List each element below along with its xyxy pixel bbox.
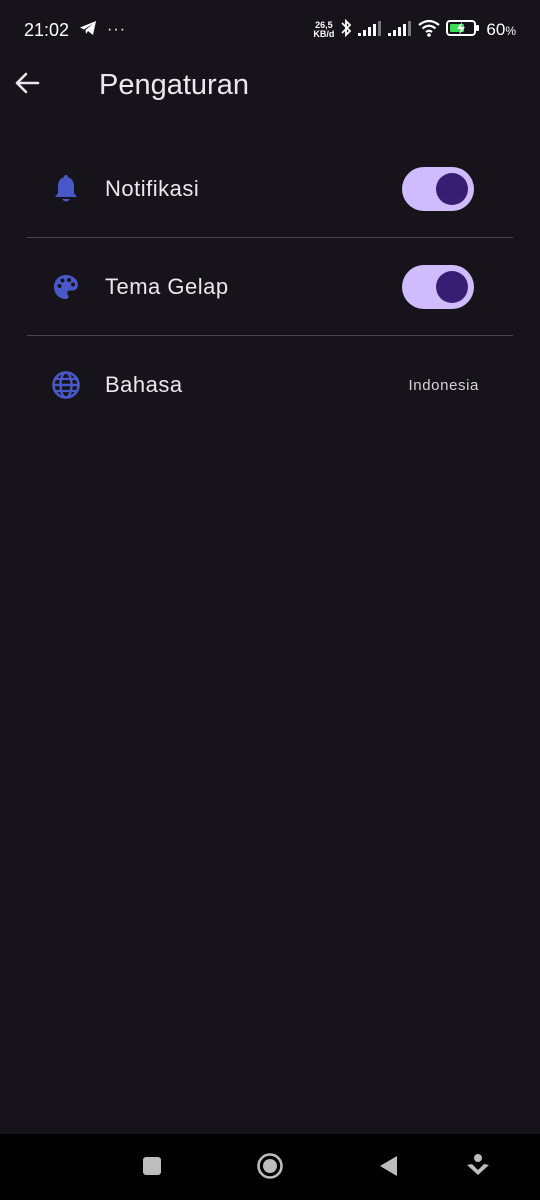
- battery-level: 60%: [486, 20, 516, 40]
- wifi-icon: [418, 19, 441, 42]
- assistant-button[interactable]: [462, 1152, 494, 1184]
- network-speed-unit: KB/d: [313, 29, 335, 39]
- signal-2-icon: [388, 20, 412, 41]
- notifications-toggle[interactable]: [402, 167, 474, 211]
- setting-trailing-language: Indonesia: [409, 377, 479, 394]
- globe-icon: [49, 368, 83, 402]
- back-nav-button[interactable]: [372, 1152, 404, 1184]
- arrow-left-icon: [14, 71, 40, 100]
- setting-label-language: Bahasa: [105, 372, 183, 397]
- status-bar: 21:02 ··· 26,5 KB/d 60%: [0, 0, 540, 60]
- battery-percent-suffix: %: [505, 24, 516, 38]
- status-bar-left: 21:02 ···: [24, 20, 126, 41]
- settings-list: Notifikasi Tema Gelap Bahasa Indonesia: [27, 140, 513, 434]
- setting-row-notifications[interactable]: Notifikasi: [27, 140, 513, 238]
- notifications-toggle-thumb: [436, 173, 468, 205]
- network-speed: 26,5 KB/d: [313, 21, 334, 39]
- recent-apps-button[interactable]: [136, 1152, 168, 1184]
- assistant-icon: [465, 1153, 491, 1184]
- battery-charging-icon: [446, 19, 480, 42]
- palette-icon: [49, 270, 83, 304]
- back-button[interactable]: [14, 60, 74, 110]
- app-bar: Pengaturan: [0, 60, 540, 110]
- square-icon: [142, 1156, 162, 1181]
- home-button[interactable]: [254, 1152, 286, 1184]
- bell-icon: [49, 172, 83, 206]
- dark-theme-toggle[interactable]: [402, 265, 474, 309]
- setting-row-dark-theme[interactable]: Tema Gelap: [27, 238, 513, 336]
- dark-theme-toggle-thumb: [436, 271, 468, 303]
- bluetooth-icon: [340, 18, 352, 43]
- setting-trailing-notifications: [402, 167, 479, 211]
- more-notifications-icon: ···: [107, 21, 127, 38]
- system-navigation-bar: [0, 1134, 540, 1200]
- settings-screen: 21:02 ··· 26,5 KB/d 60% Pengaturan Notif…: [0, 0, 540, 1200]
- clock: 21:02: [24, 19, 70, 40]
- signal-1-icon: [358, 20, 382, 41]
- status-bar-right: 26,5 KB/d 60%: [313, 18, 516, 43]
- setting-label-dark-theme: Tema Gelap: [105, 274, 229, 299]
- setting-label-notifications: Notifikasi: [105, 176, 200, 201]
- language-value: Indonesia: [408, 376, 479, 394]
- setting-trailing-dark-theme: [402, 265, 479, 309]
- triangle-back-icon: [377, 1154, 399, 1183]
- setting-row-language[interactable]: Bahasa Indonesia: [27, 336, 513, 434]
- circle-home-icon: [256, 1152, 284, 1185]
- battery-percent-value: 60: [486, 20, 506, 39]
- page-title: Pengaturan: [99, 68, 249, 101]
- telegram-icon: [79, 20, 97, 41]
